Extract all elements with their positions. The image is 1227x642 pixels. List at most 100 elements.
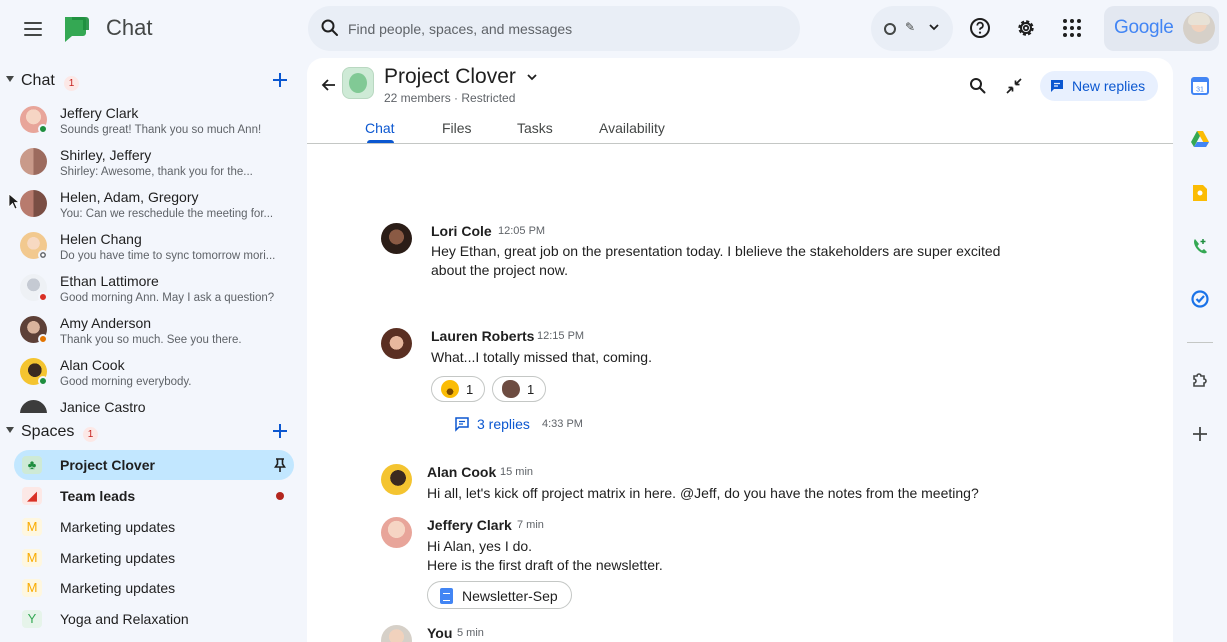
help-icon[interactable] xyxy=(967,15,993,41)
collapse-caret-icon[interactable] xyxy=(6,427,14,433)
chat-item-helen-adam-gregory[interactable]: Helen, Adam, Gregory You: Can we resched… xyxy=(0,185,307,227)
edit-pencil-icon: ✎ xyxy=(905,20,916,34)
message-time: 15 min xyxy=(500,466,534,478)
search-bar[interactable] xyxy=(308,6,800,51)
chat-item-alan-cook[interactable]: Alan Cook Good morning everybody. xyxy=(0,353,307,395)
chat-item-amy-anderson[interactable]: Amy Anderson Thank you so much. See you … xyxy=(0,311,307,353)
chat-section-title: Chat xyxy=(21,72,55,89)
collapse-arrows-icon[interactable] xyxy=(1004,76,1024,96)
chat-item-snippet: Good morning Ann. May I ask a question? xyxy=(60,292,275,304)
top-bar: Chat ✎ Google xyxy=(0,0,1227,58)
chat-item-name: Amy Anderson xyxy=(60,315,152,331)
space-item-name: Marketing updates xyxy=(60,550,176,566)
spaces-section-header[interactable]: Spaces 1 xyxy=(0,417,307,447)
presence-online-icon xyxy=(38,376,48,386)
conversation-tabs: Chat Files Tasks Availability xyxy=(307,114,1173,144)
clover-icon: ♣ xyxy=(22,456,42,474)
tab-availability[interactable]: Availability xyxy=(599,120,665,136)
google-wordmark: Google xyxy=(1114,17,1174,38)
pin-icon[interactable] xyxy=(273,457,287,473)
keep-icon[interactable] xyxy=(1190,183,1210,203)
space-item-marketing-updates[interactable]: M Marketing updates xyxy=(14,512,294,542)
chat-item-janice-castro[interactable]: Janice Castro xyxy=(0,395,307,413)
presence-online-icon xyxy=(38,124,48,134)
message-time: 12:15 PM xyxy=(537,330,585,342)
right-side-rail: 31 xyxy=(1173,58,1227,642)
google-chat-logo-icon xyxy=(65,17,89,42)
avatar xyxy=(20,400,47,413)
reaction-chip[interactable]: 1 xyxy=(492,376,546,402)
message[interactable]: Lauren Roberts 12:15 PM What...I totally… xyxy=(381,328,1041,438)
chat-item-snippet: Thank you so much. See you there. xyxy=(60,334,242,346)
drive-icon[interactable] xyxy=(1190,129,1210,149)
chat-section-header[interactable]: Chat 1 xyxy=(0,66,307,96)
app-title: Chat xyxy=(106,15,153,40)
new-space-plus-icon[interactable] xyxy=(270,421,290,441)
apps-grid-icon[interactable] xyxy=(1059,15,1085,41)
back-arrow-icon[interactable] xyxy=(319,75,339,95)
grinning-face-icon xyxy=(441,380,459,398)
chat-item-name: Helen Chang xyxy=(60,231,142,247)
chat-item-ethan-lattimore[interactable]: Ethan Lattimore Good morning Ann. May I … xyxy=(0,269,307,311)
chat-item-helen-chang[interactable]: Helen Chang Do you have time to sync tom… xyxy=(0,227,307,269)
avatar xyxy=(381,464,412,495)
space-item-team-leads[interactable]: ◢ Team leads xyxy=(14,481,294,511)
letter-m-icon: M xyxy=(22,579,42,597)
avatar xyxy=(381,223,412,254)
tasks-icon[interactable] xyxy=(1190,289,1210,309)
gear-icon[interactable] xyxy=(1013,15,1039,41)
search-icon[interactable] xyxy=(968,76,988,96)
account-avatar[interactable] xyxy=(1183,12,1215,44)
status-selector[interactable]: ✎ xyxy=(871,6,953,51)
new-chat-plus-icon[interactable] xyxy=(270,70,290,90)
clapping-hands-icon xyxy=(502,380,520,398)
letter-m-icon: M xyxy=(22,518,42,536)
account-switcher[interactable]: Google xyxy=(1104,6,1219,51)
addons-puzzle-icon[interactable] xyxy=(1190,370,1210,390)
chat-item-shirley-jeffery[interactable]: Shirley, Jeffery Shirley: Awesome, thank… xyxy=(0,143,307,185)
avatar xyxy=(381,517,412,548)
reaction-count: 1 xyxy=(466,382,474,397)
thread-replies-link[interactable]: 3 replies xyxy=(477,416,530,432)
main-menu-icon[interactable] xyxy=(21,17,45,41)
chat-item-jeffery-clark[interactable]: Jeffery Clark Sounds great! Thank you so… xyxy=(0,101,307,143)
chat-list-clip: Janice Castro xyxy=(0,395,307,413)
chat-item-name: Helen, Adam, Gregory xyxy=(60,189,199,205)
search-input[interactable] xyxy=(348,6,788,51)
calendar-icon[interactable]: 31 xyxy=(1190,76,1210,96)
space-avatar xyxy=(342,67,374,99)
space-item-yoga-and-relaxation[interactable]: Y Yoga and Relaxation xyxy=(14,604,294,634)
space-item-name: Team leads xyxy=(60,488,136,504)
space-item-marketing-updates[interactable]: M Marketing updates xyxy=(14,573,294,603)
attachment-chip[interactable]: Newsletter-Sep xyxy=(427,581,572,609)
message-sender: You xyxy=(427,625,453,641)
collapse-caret-icon[interactable] xyxy=(6,76,14,82)
space-item-marketing-updates[interactable]: M Marketing updates xyxy=(14,543,294,573)
active-tab-indicator xyxy=(367,140,394,143)
message-sender: Lori Cole xyxy=(431,223,492,239)
search-icon xyxy=(321,19,338,36)
avatar xyxy=(381,625,412,642)
chat-item-name: Janice Castro xyxy=(60,399,146,413)
reaction-chip[interactable]: 1 xyxy=(431,376,485,402)
new-replies-label: New replies xyxy=(1072,78,1146,94)
status-dot-icon xyxy=(884,23,896,35)
add-icon[interactable] xyxy=(1190,424,1210,444)
voice-icon[interactable] xyxy=(1190,236,1210,256)
message-bubble-icon xyxy=(1051,80,1063,92)
tab-tasks[interactable]: Tasks xyxy=(517,120,553,136)
chevron-down-icon[interactable] xyxy=(525,70,539,84)
message[interactable]: Alan Cook 15 min Hi all, let's kick off … xyxy=(381,464,1041,504)
message-time: 7 min xyxy=(517,519,544,531)
tab-files[interactable]: Files xyxy=(442,120,472,136)
new-replies-button[interactable]: New replies xyxy=(1040,71,1158,101)
tab-chat[interactable]: Chat xyxy=(365,120,395,136)
message[interactable]: Jeffery Clark 7 min Hi Alan, yes I do. H… xyxy=(381,517,1041,612)
message[interactable]: Lori Cole 12:05 PM Hey Ethan, great job … xyxy=(381,223,1041,283)
space-title[interactable]: Project Clover xyxy=(384,65,516,89)
space-item-project-clover[interactable]: ♣ Project Clover xyxy=(14,450,294,480)
chat-item-name: Alan Cook xyxy=(60,357,125,373)
unread-dot xyxy=(276,492,284,500)
group-avatar xyxy=(20,190,47,217)
message[interactable]: You 5 min xyxy=(381,625,1041,642)
